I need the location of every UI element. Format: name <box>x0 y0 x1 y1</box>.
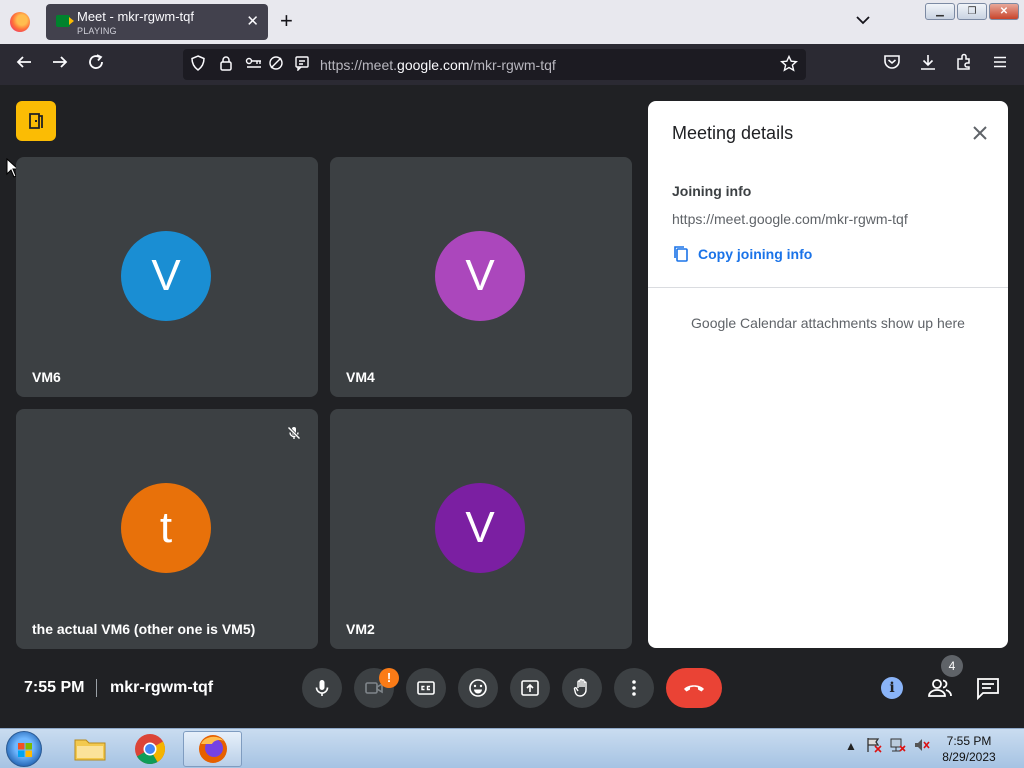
taskbar-firefox[interactable] <box>183 731 242 767</box>
present-screen-button[interactable] <box>510 668 550 708</box>
participant-name: VM4 <box>346 369 375 385</box>
panel-title: Meeting details <box>672 123 794 143</box>
calendar-attachments-note: Google Calendar attachments show up here <box>691 315 965 331</box>
windows-taskbar: ▲ 7:55 PM 8/29/2023 <box>0 728 1024 768</box>
divider <box>96 679 97 697</box>
pocket-icon[interactable] <box>881 53 903 75</box>
more-vert-icon <box>632 680 636 696</box>
url-text[interactable]: https://meet.google.com/mkr-rgwm-tqf <box>320 57 556 73</box>
bookmark-star-icon[interactable] <box>780 54 798 73</box>
tab-playing-label: PLAYING <box>77 26 117 36</box>
close-panel-button[interactable] <box>970 123 990 148</box>
forward-button[interactable] <box>49 53 71 75</box>
reload-button[interactable] <box>85 53 107 75</box>
participant-count-badge: 4 <box>941 655 963 677</box>
start-button[interactable] <box>6 731 42 767</box>
new-tab-button[interactable]: + <box>280 10 293 32</box>
taskbar-chrome[interactable] <box>122 731 178 767</box>
mic-icon <box>315 680 329 696</box>
taskbar-date: 8/29/2023 <box>942 750 996 764</box>
network-icon[interactable] <box>889 737 907 753</box>
participant-name: VM6 <box>32 369 61 385</box>
participant-tile[interactable]: V VM2 <box>330 409 632 649</box>
browser-tab-strip: Meet - mkr-rgwm-tqf PLAYING ✕ + ▁ ❐ ✕ <box>0 0 1024 44</box>
meeting-clock: 7:55 PM <box>24 679 85 696</box>
meeting-details-panel: Meeting details Joining info https://mee… <box>648 101 1008 648</box>
avatar: t <box>121 483 211 573</box>
camera-blocked-icon[interactable] <box>267 55 285 73</box>
volume-muted-icon[interactable] <box>913 737 931 753</box>
taskbar-file-explorer[interactable] <box>62 731 118 767</box>
closed-captions-icon <box>417 681 435 695</box>
captions-button[interactable] <box>406 668 446 708</box>
emoji-icon <box>469 679 487 697</box>
more-options-button[interactable] <box>614 668 654 708</box>
avatar: V <box>435 483 525 573</box>
meeting-code: mkr-rgwm-tqf <box>110 679 214 696</box>
tab-meet[interactable]: Meet - mkr-rgwm-tqf PLAYING ✕ <box>46 4 268 40</box>
participant-tile[interactable]: t the actual VM6 (other one is VM5) <box>16 409 318 649</box>
chat-icon <box>977 678 999 701</box>
meet-page: V VM6 V VM4 t the actual VM6 (other one … <box>0 85 1024 728</box>
close-icon <box>973 126 987 140</box>
microphone-button[interactable] <box>302 668 342 708</box>
tracking-protection-shield-icon[interactable] <box>189 55 207 73</box>
action-center-flag-icon[interactable] <box>865 737 883 753</box>
browser-nav-bar: https://meet.google.com/mkr-rgwm-tqf <box>0 44 1024 85</box>
window-close-button[interactable]: ✕ <box>989 3 1019 20</box>
extensions-icon[interactable] <box>953 53 975 75</box>
copy-label: Copy joining info <box>698 246 813 262</box>
meeting-details-info-button[interactable]: i <box>881 677 903 699</box>
reactions-button[interactable] <box>458 668 498 708</box>
leave-call-button[interactable] <box>666 668 722 708</box>
chat-button[interactable] <box>975 675 1001 701</box>
firefox-icon <box>199 735 227 763</box>
window-minimize-button[interactable]: ▁ <box>925 3 955 20</box>
meet-favicon-icon <box>56 15 74 27</box>
taskbar-time: 7:55 PM <box>946 734 992 748</box>
taskbar-clock[interactable]: 7:55 PM 8/29/2023 <box>934 733 1004 765</box>
downloads-icon[interactable] <box>917 53 939 75</box>
joining-url: https://meet.google.com/mkr-rgwm-tqf <box>672 211 908 227</box>
chrome-icon <box>135 734 166 765</box>
participant-name: VM2 <box>346 621 375 637</box>
end-call-icon <box>684 685 704 692</box>
permissions-icon[interactable] <box>245 55 263 73</box>
mic-off-icon <box>286 425 302 446</box>
tab-close-button[interactable]: ✕ <box>246 13 259 31</box>
tab-title: Meet - mkr-rgwm-tqf <box>77 9 194 24</box>
participant-tile[interactable]: V VM4 <box>330 157 632 397</box>
door-exit-icon <box>29 113 43 129</box>
firefox-menu-icon[interactable] <box>10 12 30 32</box>
joining-info-label: Joining info <box>672 183 752 199</box>
windows-logo-icon <box>18 743 32 757</box>
leave-call-shortcut-button[interactable] <box>16 101 56 141</box>
address-bar[interactable]: https://meet.google.com/mkr-rgwm-tqf <box>183 49 806 80</box>
avatar: V <box>435 231 525 321</box>
hand-icon <box>573 678 587 697</box>
list-all-tabs-button[interactable] <box>856 12 870 28</box>
screen: { "browser": { "tab": { "title": "Meet -… <box>0 0 1024 768</box>
app-menu-icon[interactable] <box>989 53 1011 75</box>
people-button[interactable] <box>927 675 953 701</box>
folder-icon <box>74 739 106 761</box>
participant-name: the actual VM6 (other one is VM5) <box>32 621 256 637</box>
page-info-icon[interactable] <box>293 55 311 73</box>
back-button[interactable] <box>13 53 35 75</box>
camera-warning-badge: ! <box>379 668 399 688</box>
show-hidden-icons-button[interactable]: ▲ <box>845 739 857 753</box>
divider <box>648 287 1008 288</box>
raise-hand-button[interactable] <box>562 668 602 708</box>
copy-icon <box>674 246 688 262</box>
lock-icon[interactable] <box>217 55 235 73</box>
avatar: V <box>121 231 211 321</box>
people-icon <box>928 679 952 697</box>
system-tray: ▲ <box>845 738 930 753</box>
participant-tile[interactable]: V VM6 <box>16 157 318 397</box>
present-icon <box>521 680 539 696</box>
window-restore-button[interactable]: ❐ <box>957 3 987 20</box>
